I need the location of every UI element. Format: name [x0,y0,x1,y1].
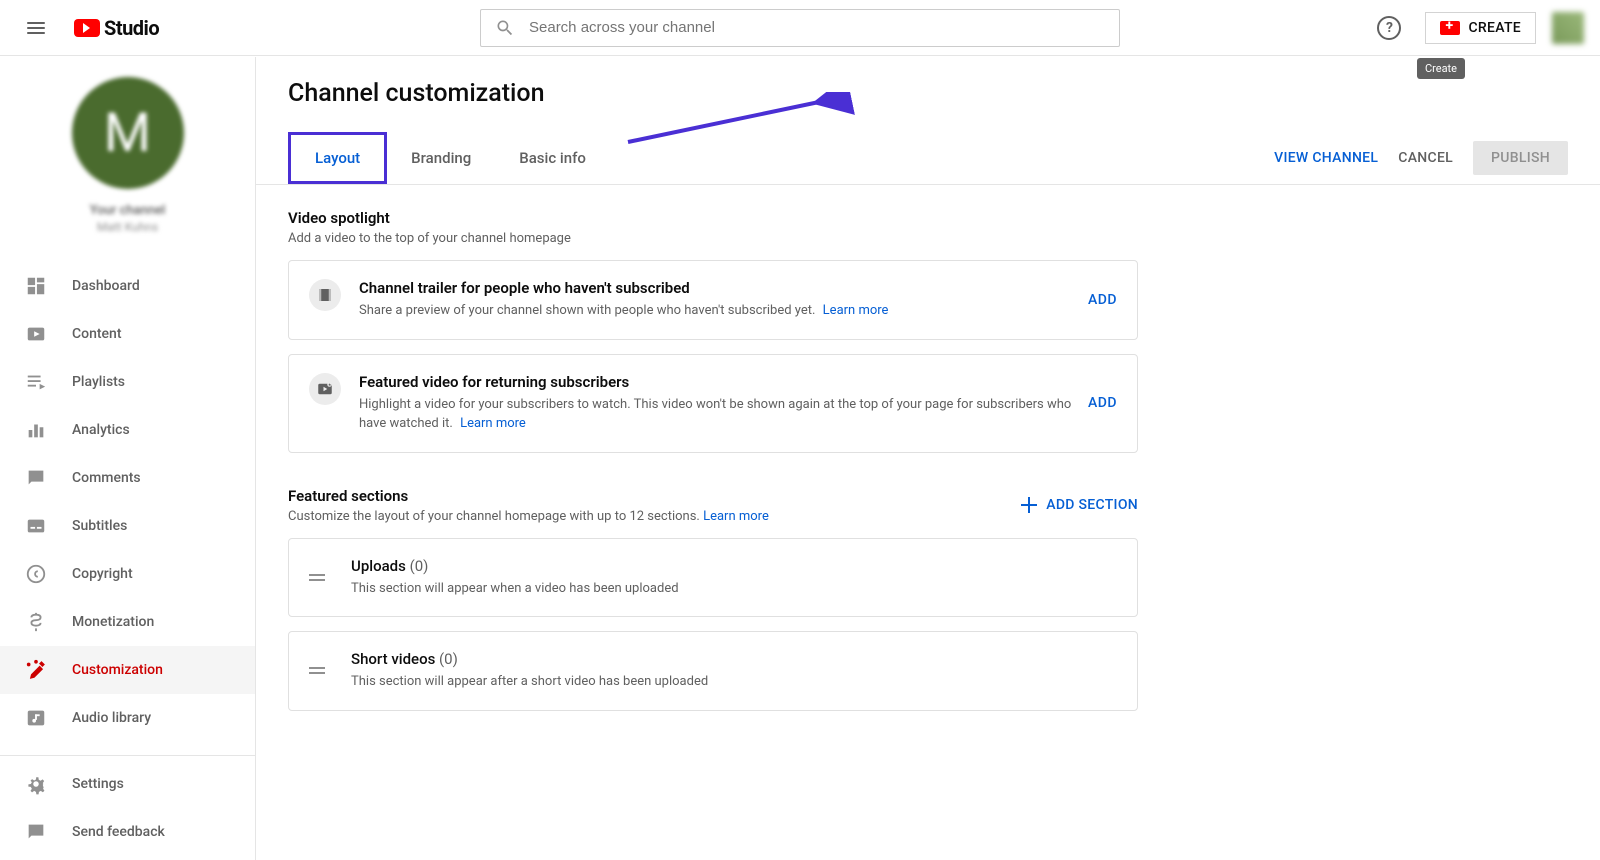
section-row-short-videos[interactable]: Short videos (0) This section will appea… [288,631,1138,711]
sidebar-item-monetization[interactable]: Monetization [0,598,255,646]
audio-icon [24,706,48,730]
search-input[interactable] [529,19,1105,36]
sidebar-item-subtitles[interactable]: Subtitles [0,502,255,550]
card-title: Channel trailer for people who haven't s… [359,279,1074,297]
customization-icon [24,658,48,682]
sidebar: M Your channel Matt Kuhns Dashboard Cont… [0,57,256,860]
header: Studio ? CREATE Create [0,0,1600,56]
channel-block[interactable]: M Your channel Matt Kuhns [0,77,255,248]
create-camera-icon [1440,21,1460,35]
card-featured-video: ★ Featured video for returning subscribe… [288,354,1138,453]
row-title: Uploads (0) [351,557,1117,575]
hamburger-icon [27,22,45,34]
drag-handle-icon[interactable] [309,574,333,581]
learn-more-link[interactable]: Learn more [460,416,526,431]
spotlight-title: Video spotlight [288,209,1138,227]
section-row-uploads[interactable]: Uploads (0) This section will appear whe… [288,538,1138,618]
tab-actions: VIEW CHANNEL CANCEL PUBLISH [1274,141,1568,175]
row-desc: This section will appear after a short v… [351,672,1117,692]
sidebar-item-copyright[interactable]: Copyright [0,550,255,598]
monetization-icon [24,610,48,634]
film-icon [309,279,341,311]
view-channel-button[interactable]: VIEW CHANNEL [1274,150,1378,166]
tab-row: Layout Branding Basic info VIEW CHANNEL … [256,132,1600,185]
sidebar-item-audio-library[interactable]: Audio library [0,694,255,742]
sidebar-item-content[interactable]: Content [0,310,255,358]
help-button[interactable]: ? [1369,8,1409,48]
main-content: Channel customization Layout Branding Ba… [256,57,1600,860]
tab-basic-info[interactable]: Basic info [495,135,610,181]
copyright-icon [24,562,48,586]
create-label: CREATE [1468,20,1521,36]
dashboard-icon [24,274,48,298]
account-avatar[interactable] [1552,12,1584,44]
featured-video-icon: ★ [309,373,341,405]
feedback-icon [24,820,48,844]
analytics-icon [24,418,48,442]
sidebar-nav: Dashboard Content Playlists Analytics Co… [0,262,255,742]
page-title: Channel customization [288,79,1568,108]
gear-icon [24,772,48,796]
sidebar-item-comments[interactable]: Comments [0,454,255,502]
subtitles-icon [24,514,48,538]
row-desc: This section will appear when a video ha… [351,579,1117,599]
search-wrap [480,9,1120,47]
card-desc: Share a preview of your channel shown wi… [359,301,1074,321]
section-featured: Featured sections Customize the layout o… [288,487,1138,711]
search-box[interactable] [480,9,1120,47]
tab-branding[interactable]: Branding [387,135,495,181]
create-button[interactable]: CREATE [1425,12,1536,44]
row-title: Short videos (0) [351,650,1117,668]
plus-icon [1020,496,1038,514]
learn-more-link[interactable]: Learn more [703,509,769,524]
channel-avatar: M [72,77,184,189]
channel-name: Matt Kuhns [16,220,239,234]
card-title: Featured video for returning subscribers [359,373,1074,391]
add-button[interactable]: ADD [1088,292,1117,308]
studio-logo[interactable]: Studio [74,16,159,40]
sidebar-item-dashboard[interactable]: Dashboard [0,262,255,310]
sidebar-item-feedback[interactable]: Send feedback [0,808,255,856]
sidebar-bottom: Settings Send feedback [0,755,255,860]
featured-subtitle: Customize the layout of your channel hom… [288,509,769,524]
youtube-play-icon [74,19,100,37]
add-section-button[interactable]: ADD SECTION [1020,496,1138,514]
search-icon [495,18,515,38]
content-icon [24,322,48,346]
card-desc: Highlight a video for your subscribers t… [359,395,1074,434]
comments-icon [24,466,48,490]
section-video-spotlight: Video spotlight Add a video to the top o… [288,209,1138,453]
sidebar-item-analytics[interactable]: Analytics [0,406,255,454]
cancel-button[interactable]: CANCEL [1398,150,1453,166]
help-icon: ? [1377,16,1401,40]
header-right: ? CREATE [1369,8,1584,48]
add-button[interactable]: ADD [1088,395,1117,411]
featured-title: Featured sections [288,487,769,505]
logo-text: Studio [104,16,159,40]
publish-button: PUBLISH [1473,141,1568,175]
card-channel-trailer: Channel trailer for people who haven't s… [288,260,1138,340]
sidebar-item-customization[interactable]: Customization [0,646,255,694]
spotlight-subtitle: Add a video to the top of your channel h… [288,231,1138,246]
sidebar-item-playlists[interactable]: Playlists [0,358,255,406]
learn-more-link[interactable]: Learn more [823,303,889,318]
drag-handle-icon[interactable] [309,667,333,674]
playlists-icon [24,370,48,394]
channel-label: Your channel [16,203,239,218]
tab-layout[interactable]: Layout [288,132,387,184]
menu-button[interactable] [16,8,56,48]
sidebar-item-settings[interactable]: Settings [0,760,255,808]
